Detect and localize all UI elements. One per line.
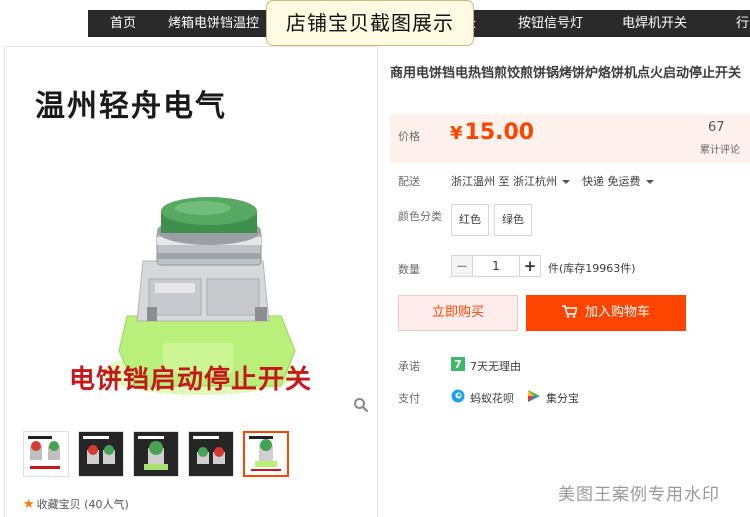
quantity-decrease-button[interactable]: − bbox=[451, 255, 473, 277]
chevron-down-icon bbox=[562, 180, 570, 184]
watermark: 美图王案例专用水印 bbox=[558, 485, 720, 505]
ant-huabei-icon bbox=[451, 389, 465, 403]
buy-now-button[interactable]: 立即购买 bbox=[398, 295, 518, 331]
cart-icon bbox=[561, 305, 579, 318]
nav-welder-switch[interactable]: 电焊机开关 bbox=[622, 10, 687, 37]
pay-method-huabei[interactable]: 蚂蚁花呗 bbox=[470, 390, 514, 406]
promise-text[interactable]: 7天无理由 bbox=[470, 358, 521, 374]
screenshot-banner: 店铺宝贝截图展示 bbox=[266, 0, 474, 46]
nav-oven-thermostat[interactable]: 烤箱电饼铛温控 bbox=[168, 10, 259, 37]
payment-label: 支付 bbox=[398, 392, 420, 405]
stock-text: 件(库存19963件) bbox=[548, 262, 636, 275]
nav-home[interactable]: 首页 bbox=[110, 10, 136, 37]
color-option-red[interactable]: 红色 bbox=[451, 204, 489, 236]
ship-to-select[interactable]: 浙江杭州 bbox=[513, 173, 570, 189]
review-label[interactable]: 累计评论 bbox=[700, 141, 740, 156]
thumbnail-3[interactable] bbox=[133, 431, 179, 477]
promise-label: 承诺 bbox=[398, 360, 420, 373]
thumbnail-2[interactable] bbox=[78, 431, 124, 477]
ship-from: 浙江温州 至 bbox=[451, 175, 510, 188]
zoom-icon[interactable] bbox=[353, 397, 369, 413]
color-label: 颜色分类 bbox=[398, 210, 442, 223]
nav-more[interactable]: 行 bbox=[736, 10, 749, 37]
add-to-cart-label: 加入购物车 bbox=[584, 305, 650, 320]
seven-day-badge: 7 bbox=[454, 358, 462, 371]
seven-day-return-icon: 7 bbox=[451, 357, 465, 371]
thumbnail-5[interactable] bbox=[243, 431, 289, 477]
currency-symbol: ¥ bbox=[450, 123, 463, 144]
thumbnail-1[interactable] bbox=[23, 431, 69, 477]
add-to-cart-button[interactable]: 加入购物车 bbox=[526, 295, 686, 331]
favorite-link[interactable]: ★ 收藏宝贝 (40人气) bbox=[23, 496, 129, 512]
delivery-select[interactable]: 快递 免运费 bbox=[582, 173, 654, 189]
thumbnail-4[interactable] bbox=[188, 431, 234, 477]
price-label: 价格 bbox=[398, 130, 420, 143]
delivery-text: 快递 免运费 bbox=[582, 175, 641, 188]
main-product-image[interactable]: 温州轻舟电气 电饼铛启动停止开关 bbox=[23, 51, 375, 411]
product-title: 商用电饼铛电热铛煎饺煎饼锅烤饼炉烙饼机点火启动停止开关 bbox=[390, 66, 742, 81]
price-value: ¥15.00 bbox=[450, 120, 534, 145]
ship-to: 浙江杭州 bbox=[513, 175, 557, 188]
shipping-label: 配送 bbox=[398, 175, 420, 188]
star-icon: ★ bbox=[23, 497, 35, 512]
quantity-increase-button[interactable]: + bbox=[519, 255, 541, 277]
product-gallery: 温州轻舟电气 电饼铛启动停止开关 ★ 收藏宝贝 (40人气) bbox=[4, 46, 378, 517]
favorite-count: (40人气) bbox=[84, 498, 129, 511]
price-amount: 15.00 bbox=[464, 120, 535, 145]
price-panel: 价格 ¥15.00 67 累计评论 bbox=[390, 114, 750, 163]
pay-method-jifenbao[interactable]: 集分宝 bbox=[546, 390, 579, 406]
quantity-label: 数量 bbox=[398, 263, 420, 276]
quantity-input[interactable] bbox=[473, 255, 519, 277]
nav-button-signal-light[interactable]: 按钮信号灯 bbox=[518, 10, 583, 37]
product-caption: 电饼铛启动停止开关 bbox=[69, 365, 313, 395]
review-count[interactable]: 67 bbox=[708, 120, 725, 135]
favorite-label: 收藏宝贝 bbox=[36, 498, 81, 511]
jifenbao-icon bbox=[528, 390, 540, 402]
color-option-green[interactable]: 绿色 bbox=[494, 204, 532, 236]
chevron-down-icon bbox=[645, 180, 654, 184]
